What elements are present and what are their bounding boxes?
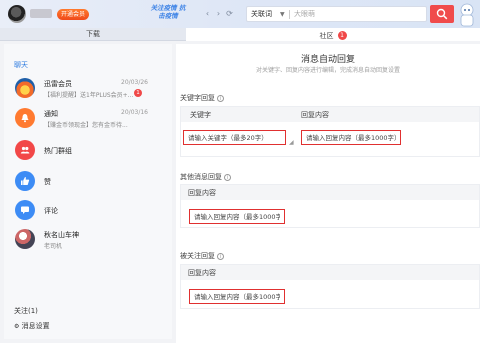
search-button[interactable] — [430, 5, 454, 23]
other-section-label: 其他消息回复 i — [180, 172, 231, 182]
message-settings-link[interactable]: ⚙ 消息设置 — [14, 321, 50, 331]
resize-handle-icon[interactable]: ◢ — [289, 139, 294, 146]
follow-section-label: 被关注回复 i — [180, 251, 224, 261]
item-title: 评论 — [44, 207, 58, 215]
follow-section-title: 被关注回复 — [180, 252, 215, 260]
bell-icon — [15, 108, 35, 128]
list-item-comments[interactable]: 评论 — [4, 198, 172, 226]
follow-reply-table: 回复内容 — [180, 264, 480, 309]
table-header: 回复内容 — [181, 265, 479, 280]
search-icon — [436, 8, 448, 20]
info-icon[interactable]: i — [217, 253, 224, 260]
list-item-likes[interactable]: 赞 — [4, 169, 172, 197]
page-title: 消息自动回复 — [300, 55, 355, 65]
search-input[interactable] — [294, 8, 419, 20]
other-reply-table: 回复内容 — [180, 184, 480, 228]
message-sidebar: 聊天 迅雷会员 20/03/26 【福利提醒】送1年PLUS会员+... 1 通… — [4, 44, 172, 339]
item-title: 秋名山车神 — [44, 231, 79, 239]
follow-link[interactable]: 关注(1) — [14, 306, 38, 316]
info-icon[interactable]: i — [224, 174, 231, 181]
item-date: 20/03/16 — [121, 109, 148, 116]
keyword-input[interactable] — [183, 130, 286, 145]
col-keyword: 关键字 — [190, 111, 211, 119]
search-box[interactable]: 关联词 ▼ — [246, 6, 427, 22]
item-preview: 【福利提醒】送1年PLUS会员+... — [44, 92, 134, 99]
user-avatar — [15, 229, 35, 249]
nav-controls: ‹ › ⟳ — [202, 9, 235, 18]
list-item-user[interactable]: 秋名山车神 老司机 — [4, 227, 172, 255]
search-scope-label[interactable]: 关联词 — [251, 9, 272, 20]
auto-reply-panel: 消息自动回复 对关键字、回复内容进行编辑，完成消息自动回复设置 关键字回复 i 关… — [176, 44, 480, 343]
keyword-reply-input[interactable] — [301, 130, 401, 145]
keyword-reply-table: 关键字 回复内容 ◢ — [180, 106, 480, 157]
tab-download[interactable]: 下载 — [0, 28, 186, 41]
table-header: 回复内容 — [181, 185, 479, 200]
keyword-section-label: 关键字回复 i — [180, 93, 224, 103]
tab-community-label: 社区 — [319, 32, 334, 40]
thumbs-up-icon — [15, 171, 35, 191]
promo-banner[interactable]: 关注疫情 抗击疫情 — [148, 4, 188, 24]
comment-icon — [15, 200, 35, 220]
tab-community[interactable]: 社区 1 — [186, 28, 480, 41]
refresh-icon[interactable]: ⟳ — [224, 9, 235, 18]
list-item-vip[interactable]: 迅雷会员 20/03/26 【福利提醒】送1年PLUS会员+... 1 — [4, 76, 172, 104]
chevron-down-icon[interactable]: ▼ — [280, 9, 285, 20]
mascot-icon — [460, 3, 474, 27]
item-preview: 老司机 — [44, 243, 63, 250]
message-settings-label: 消息设置 — [21, 322, 50, 330]
user-name-blurred[interactable] — [30, 9, 52, 18]
title-bar: 开通会员 关注疫情 抗击疫情 ‹ › ⟳ 关联词 ▼ — [0, 0, 480, 28]
forward-icon[interactable]: › — [213, 9, 224, 18]
table-header: 关键字 回复内容 — [181, 107, 479, 122]
tab-community-badge: 1 — [337, 31, 347, 40]
unread-badge: 1 — [134, 89, 142, 97]
main-tabs: 下载 社区 1 — [0, 28, 480, 41]
col-reply: 回复内容 — [301, 111, 329, 119]
item-title: 迅雷会员 — [44, 80, 72, 88]
col-reply: 回复内容 — [188, 269, 216, 277]
item-preview: 【赚金币领现金】您有金币待... — [44, 122, 128, 129]
col-reply: 回复内容 — [188, 189, 216, 197]
page-subtitle: 对关键字、回复内容进行编辑，完成消息自动回复设置 — [255, 67, 400, 74]
list-item-groups[interactable]: 热门群组 — [4, 138, 172, 166]
item-title: 热门群组 — [44, 147, 72, 155]
info-icon[interactable]: i — [217, 95, 224, 102]
user-avatar[interactable] — [8, 5, 26, 23]
open-vip-button[interactable]: 开通会员 — [57, 9, 90, 20]
group-icon — [15, 140, 35, 160]
other-reply-input[interactable] — [189, 209, 285, 224]
item-title: 通知 — [44, 110, 58, 118]
item-date: 20/03/26 — [121, 79, 148, 86]
list-item-notice[interactable]: 通知 20/03/16 【赚金币领现金】您有金币待... — [4, 106, 172, 134]
back-icon[interactable]: ‹ — [202, 9, 213, 18]
other-section-title: 其他消息回复 — [180, 173, 222, 181]
vip-icon — [15, 78, 35, 98]
keyword-section-title: 关键字回复 — [180, 94, 215, 102]
divider — [289, 10, 290, 19]
settings-icon: ⚙ — [14, 323, 20, 330]
chat-heading[interactable]: 聊天 — [14, 60, 28, 70]
item-title: 赞 — [44, 178, 51, 186]
follow-reply-input[interactable] — [189, 289, 285, 304]
